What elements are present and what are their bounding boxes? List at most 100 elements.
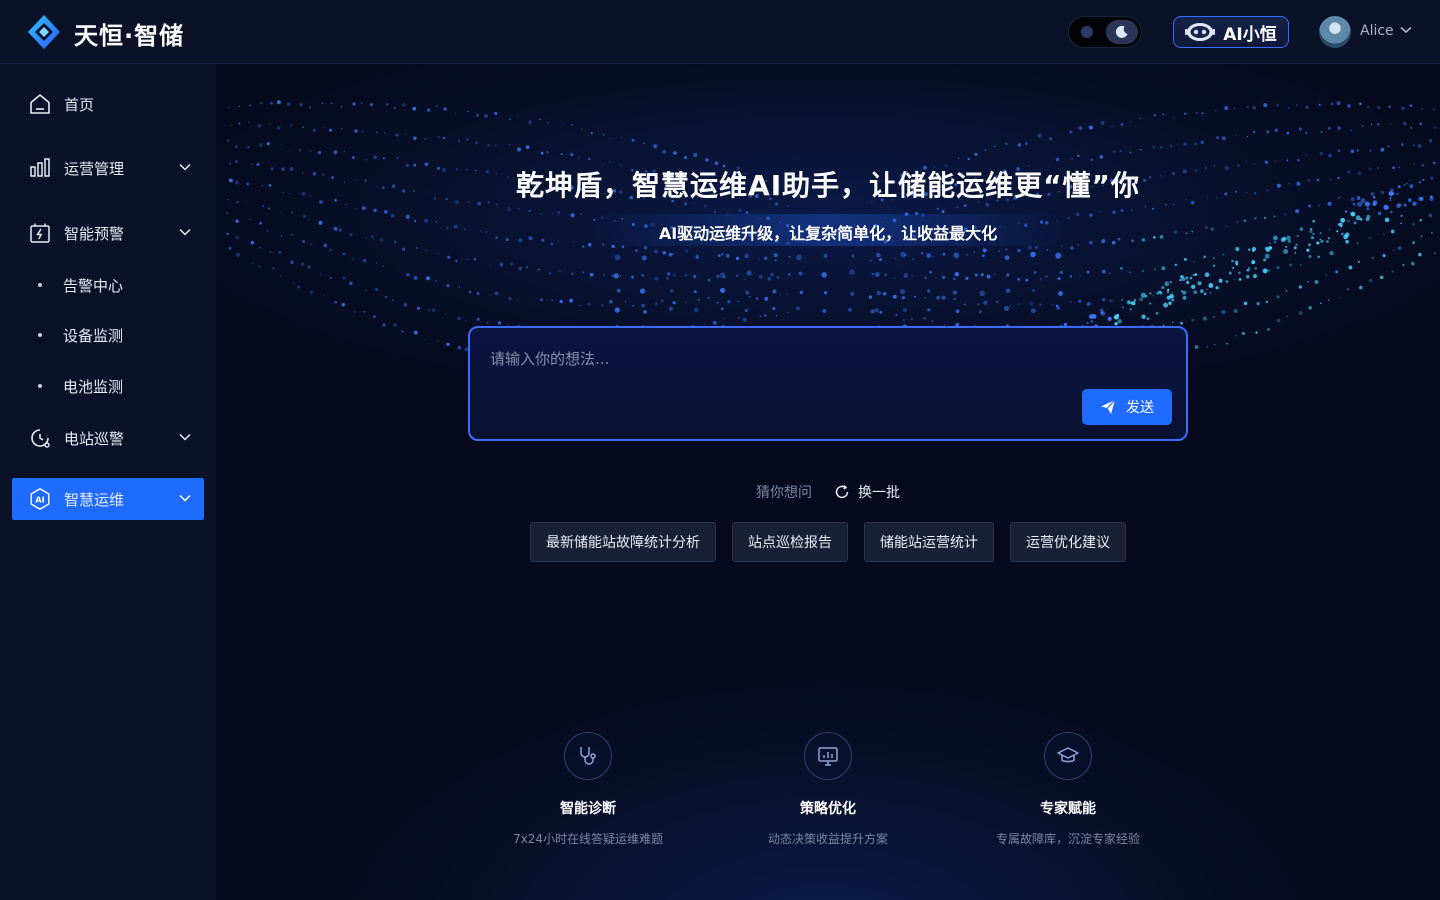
particle-dot	[1359, 285, 1363, 290]
particle-dot	[1077, 154, 1080, 158]
particle-dot	[737, 317, 740, 319]
particle-dot	[1166, 290, 1170, 294]
particle-dot	[1350, 211, 1356, 217]
particle-dot	[1263, 258, 1267, 262]
particle-dot	[540, 298, 544, 302]
particle-dot	[979, 290, 985, 297]
particle-dot	[1225, 280, 1229, 283]
particle-dot	[1267, 328, 1270, 331]
sidebar-item-label: 运营管理	[64, 159, 125, 178]
refresh-icon	[835, 484, 849, 499]
particle-dot	[1168, 301, 1172, 306]
particle-dot	[705, 158, 709, 162]
particle-dot	[703, 251, 705, 254]
sidebar-item-label: 智能预警	[64, 224, 125, 243]
particle-dot	[1328, 153, 1332, 158]
feature-desc: 专属故障库，沉淀专家经验	[995, 832, 1140, 846]
particle-dot	[1162, 113, 1165, 116]
send-label: 发送	[1126, 400, 1154, 416]
particle-dot	[1200, 289, 1204, 293]
particle-dot	[974, 273, 978, 277]
suggestion-chip[interactable]: 最新储能站故障统计分析	[530, 522, 716, 562]
particle-dot	[1166, 295, 1171, 300]
particle-dot	[1200, 140, 1204, 144]
particle-dot	[742, 317, 747, 322]
sidebar-item-smart-ops[interactable]: AI 智慧运维	[12, 478, 204, 520]
particle-dot	[672, 301, 676, 305]
suggestion-chip[interactable]: 运营优化建议	[1010, 522, 1126, 562]
particle-dot	[405, 214, 410, 219]
ai-assistant-button[interactable]: AI小恒	[1173, 16, 1289, 48]
sidebar-subitem-battery-monitor[interactable]: 电池监测	[12, 368, 204, 404]
send-button[interactable]: 发送	[1082, 389, 1172, 425]
sidebar-item-home[interactable]: 首页	[12, 83, 204, 125]
particle-dot	[746, 270, 752, 276]
particle-dot	[1186, 280, 1190, 285]
particle-dot	[1079, 274, 1082, 277]
particle-dot	[876, 252, 881, 258]
particle-dot	[1410, 261, 1415, 266]
particle-dot	[258, 265, 261, 268]
particle-dot	[982, 248, 987, 253]
particle-dot	[268, 207, 270, 210]
particle-dot	[1034, 245, 1038, 249]
username[interactable]: Alice	[1360, 23, 1394, 39]
particle-dot	[693, 274, 697, 278]
particle-dot	[1194, 345, 1199, 350]
particle-dot	[509, 143, 511, 146]
particle-dot	[894, 277, 896, 279]
sidebar-item-operations[interactable]: 运营管理	[12, 147, 204, 189]
particle-dot	[635, 249, 638, 252]
chevron-down-icon[interactable]	[1400, 26, 1412, 34]
theme-toggle[interactable]	[1068, 16, 1142, 48]
sidebar-item-patrol[interactable]: 电站巡警	[12, 417, 204, 459]
particle-dot	[1286, 315, 1288, 317]
particle-dot	[269, 251, 272, 254]
sidebar-subitem-alarm-center[interactable]: 告警中心	[12, 267, 204, 303]
sidebar: 首页 运营管理 智能预警 告警中心 设备监测 电池监测 电站巡警 AI 智慧运维	[0, 64, 216, 900]
particle-dot	[1305, 131, 1308, 134]
avatar[interactable]	[1319, 16, 1351, 48]
particle-dot	[539, 118, 542, 121]
particle-dot	[1329, 251, 1334, 256]
particle-dot	[1086, 301, 1091, 306]
particle-dot	[1181, 277, 1186, 281]
paper-plane-icon	[1101, 399, 1116, 414]
particle-dot	[362, 258, 367, 263]
particle-dot	[723, 317, 725, 320]
particle-dot	[1305, 154, 1307, 156]
particle-dot	[1255, 331, 1258, 334]
particle-dot	[446, 342, 450, 346]
particle-dot	[329, 128, 332, 132]
particle-dot	[1089, 213, 1093, 217]
sidebar-item-alerts[interactable]: 智能预警	[12, 212, 204, 254]
particle-dot	[869, 259, 872, 262]
particle-dot	[559, 270, 561, 272]
particle-dot	[509, 118, 511, 121]
particle-dot	[1075, 212, 1080, 217]
particle-dot	[936, 295, 940, 300]
particle-dot	[716, 274, 720, 278]
particle-dot	[1274, 160, 1277, 163]
sidebar-subitem-device-monitor[interactable]: 设备监测	[12, 317, 204, 353]
particle-dot	[1129, 271, 1131, 274]
particle-dot	[476, 113, 480, 117]
particle-dot	[228, 106, 230, 109]
particle-dot	[799, 290, 804, 295]
particle-dot	[1286, 131, 1290, 135]
particle-dot	[476, 291, 480, 295]
particle-dot	[703, 323, 706, 325]
particle-dot	[967, 157, 970, 161]
suggestion-chip[interactable]: 站点巡检报告	[732, 522, 848, 562]
particle-dot	[1252, 106, 1256, 110]
particle-dot	[1212, 264, 1216, 267]
particle-dot	[1119, 266, 1123, 270]
particle-dot	[1048, 137, 1053, 141]
refresh-button[interactable]: 换一批	[834, 482, 900, 502]
particle-dot	[1189, 276, 1193, 280]
particle-dot	[941, 275, 946, 280]
prompt-input[interactable]	[488, 346, 1132, 390]
particle-dot	[1152, 294, 1155, 297]
particle-dot	[1243, 301, 1248, 306]
suggestion-chip[interactable]: 储能站运营统计	[864, 522, 994, 562]
